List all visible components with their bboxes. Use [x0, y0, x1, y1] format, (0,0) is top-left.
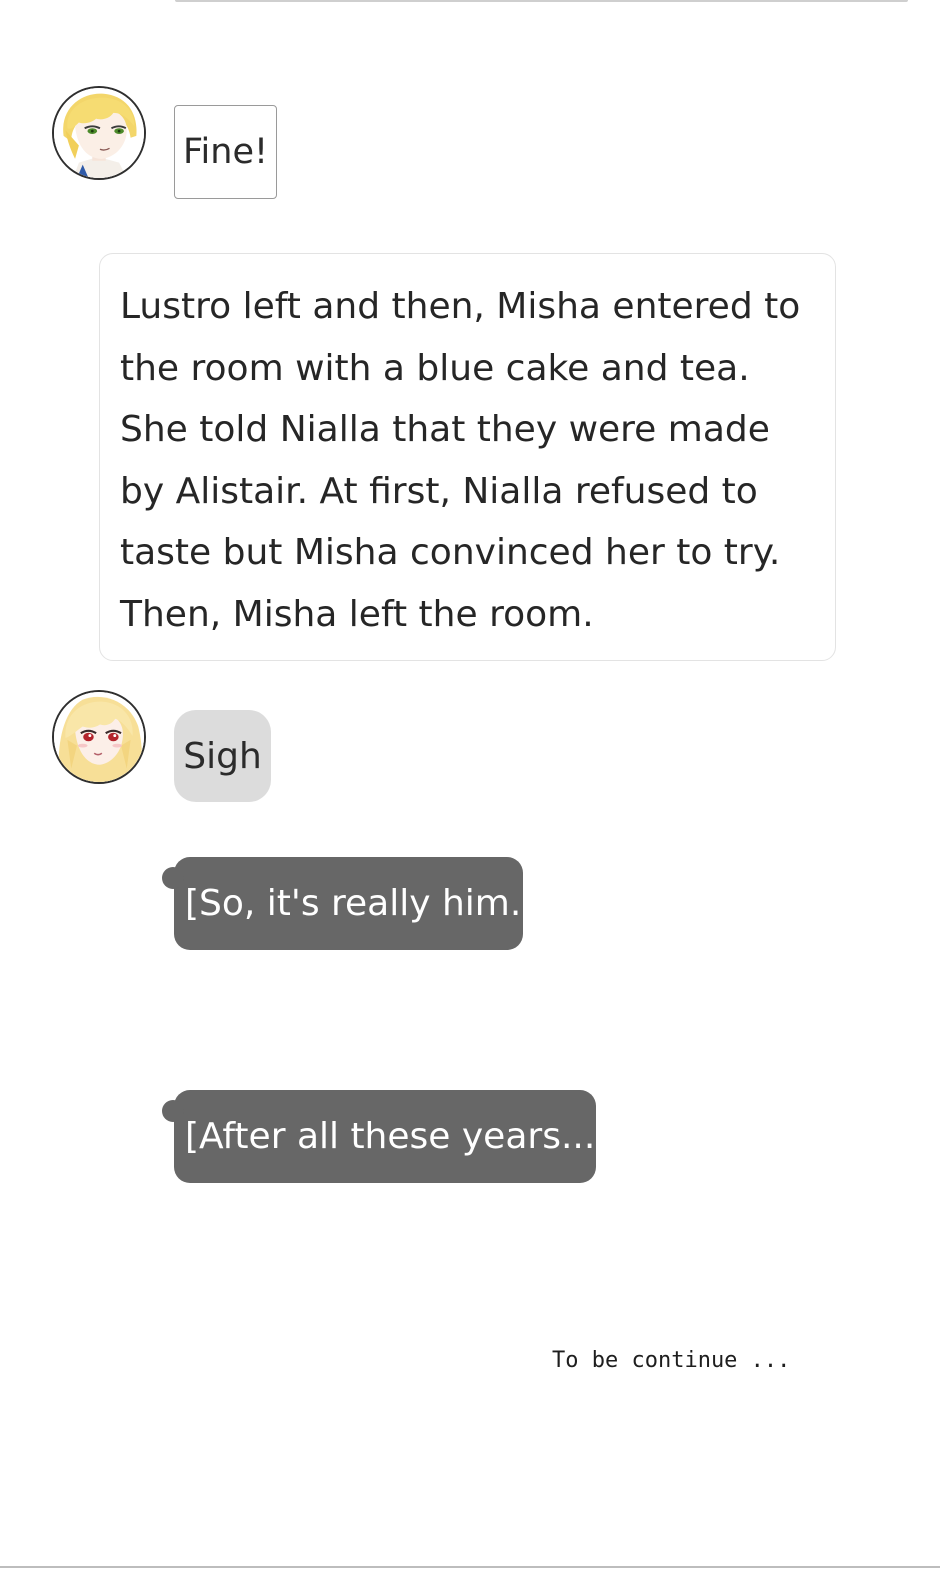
- narration-box: Lustro left and then, Misha entered to t…: [99, 253, 836, 661]
- lustro-speech-bubble: Fine!: [174, 105, 277, 199]
- nialla-avatar-icon: [52, 690, 146, 784]
- nialla-line: Sigh: [183, 735, 262, 777]
- nialla-speech-bubble: Sigh: [174, 710, 271, 802]
- thought-text-2: [After all these years...]: [185, 1116, 610, 1157]
- lustro-avatar-icon: [52, 86, 146, 180]
- top-divider: [175, 0, 908, 2]
- thought-dot-icon: [162, 1100, 184, 1122]
- thought-text-1: [So, it's really him.]: [185, 883, 536, 924]
- lustro-line: Fine!: [182, 132, 269, 172]
- narration-text: Lustro left and then, Misha entered to t…: [120, 286, 801, 635]
- thought-bubble-1: [So, it's really him.]: [162, 857, 535, 950]
- bottom-divider: [0, 1566, 940, 1568]
- thought-bubble-2: [After all these years...]: [162, 1090, 609, 1183]
- to-be-continued-text: To be continue ...: [552, 1348, 791, 1373]
- thought-dot-icon: [162, 867, 184, 889]
